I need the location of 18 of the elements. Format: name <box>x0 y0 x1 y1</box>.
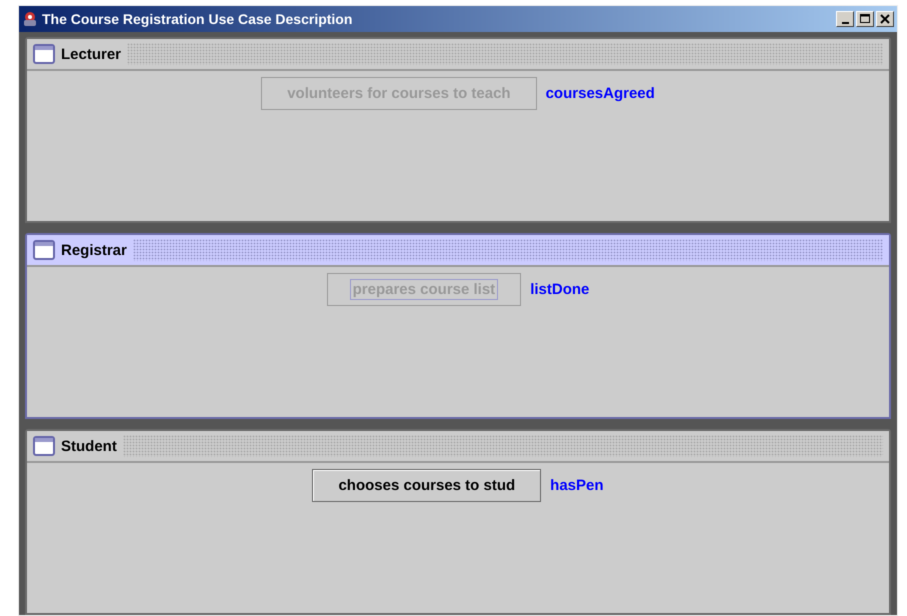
status-label: hasPen <box>550 477 604 494</box>
window-icon <box>33 436 55 456</box>
app-icon <box>22 11 38 27</box>
maximize-icon <box>859 14 871 24</box>
status-label: listDone <box>530 281 590 298</box>
action-button[interactable]: chooses courses to stud <box>312 469 542 502</box>
window-icon <box>33 240 55 260</box>
minimize-button[interactable] <box>836 11 854 27</box>
window-icon <box>33 44 55 64</box>
frame-title: Lecturer <box>61 46 122 62</box>
status-label: coursesAgreed <box>546 85 655 102</box>
frame-title: Registrar <box>61 242 127 258</box>
frame-title: Student <box>61 438 117 454</box>
minimize-icon <box>842 22 848 24</box>
close-icon <box>879 14 891 24</box>
window-title: The Course Registration Use Case Description <box>42 11 354 27</box>
close-button[interactable] <box>876 11 894 27</box>
maximize-button[interactable] <box>856 11 874 27</box>
